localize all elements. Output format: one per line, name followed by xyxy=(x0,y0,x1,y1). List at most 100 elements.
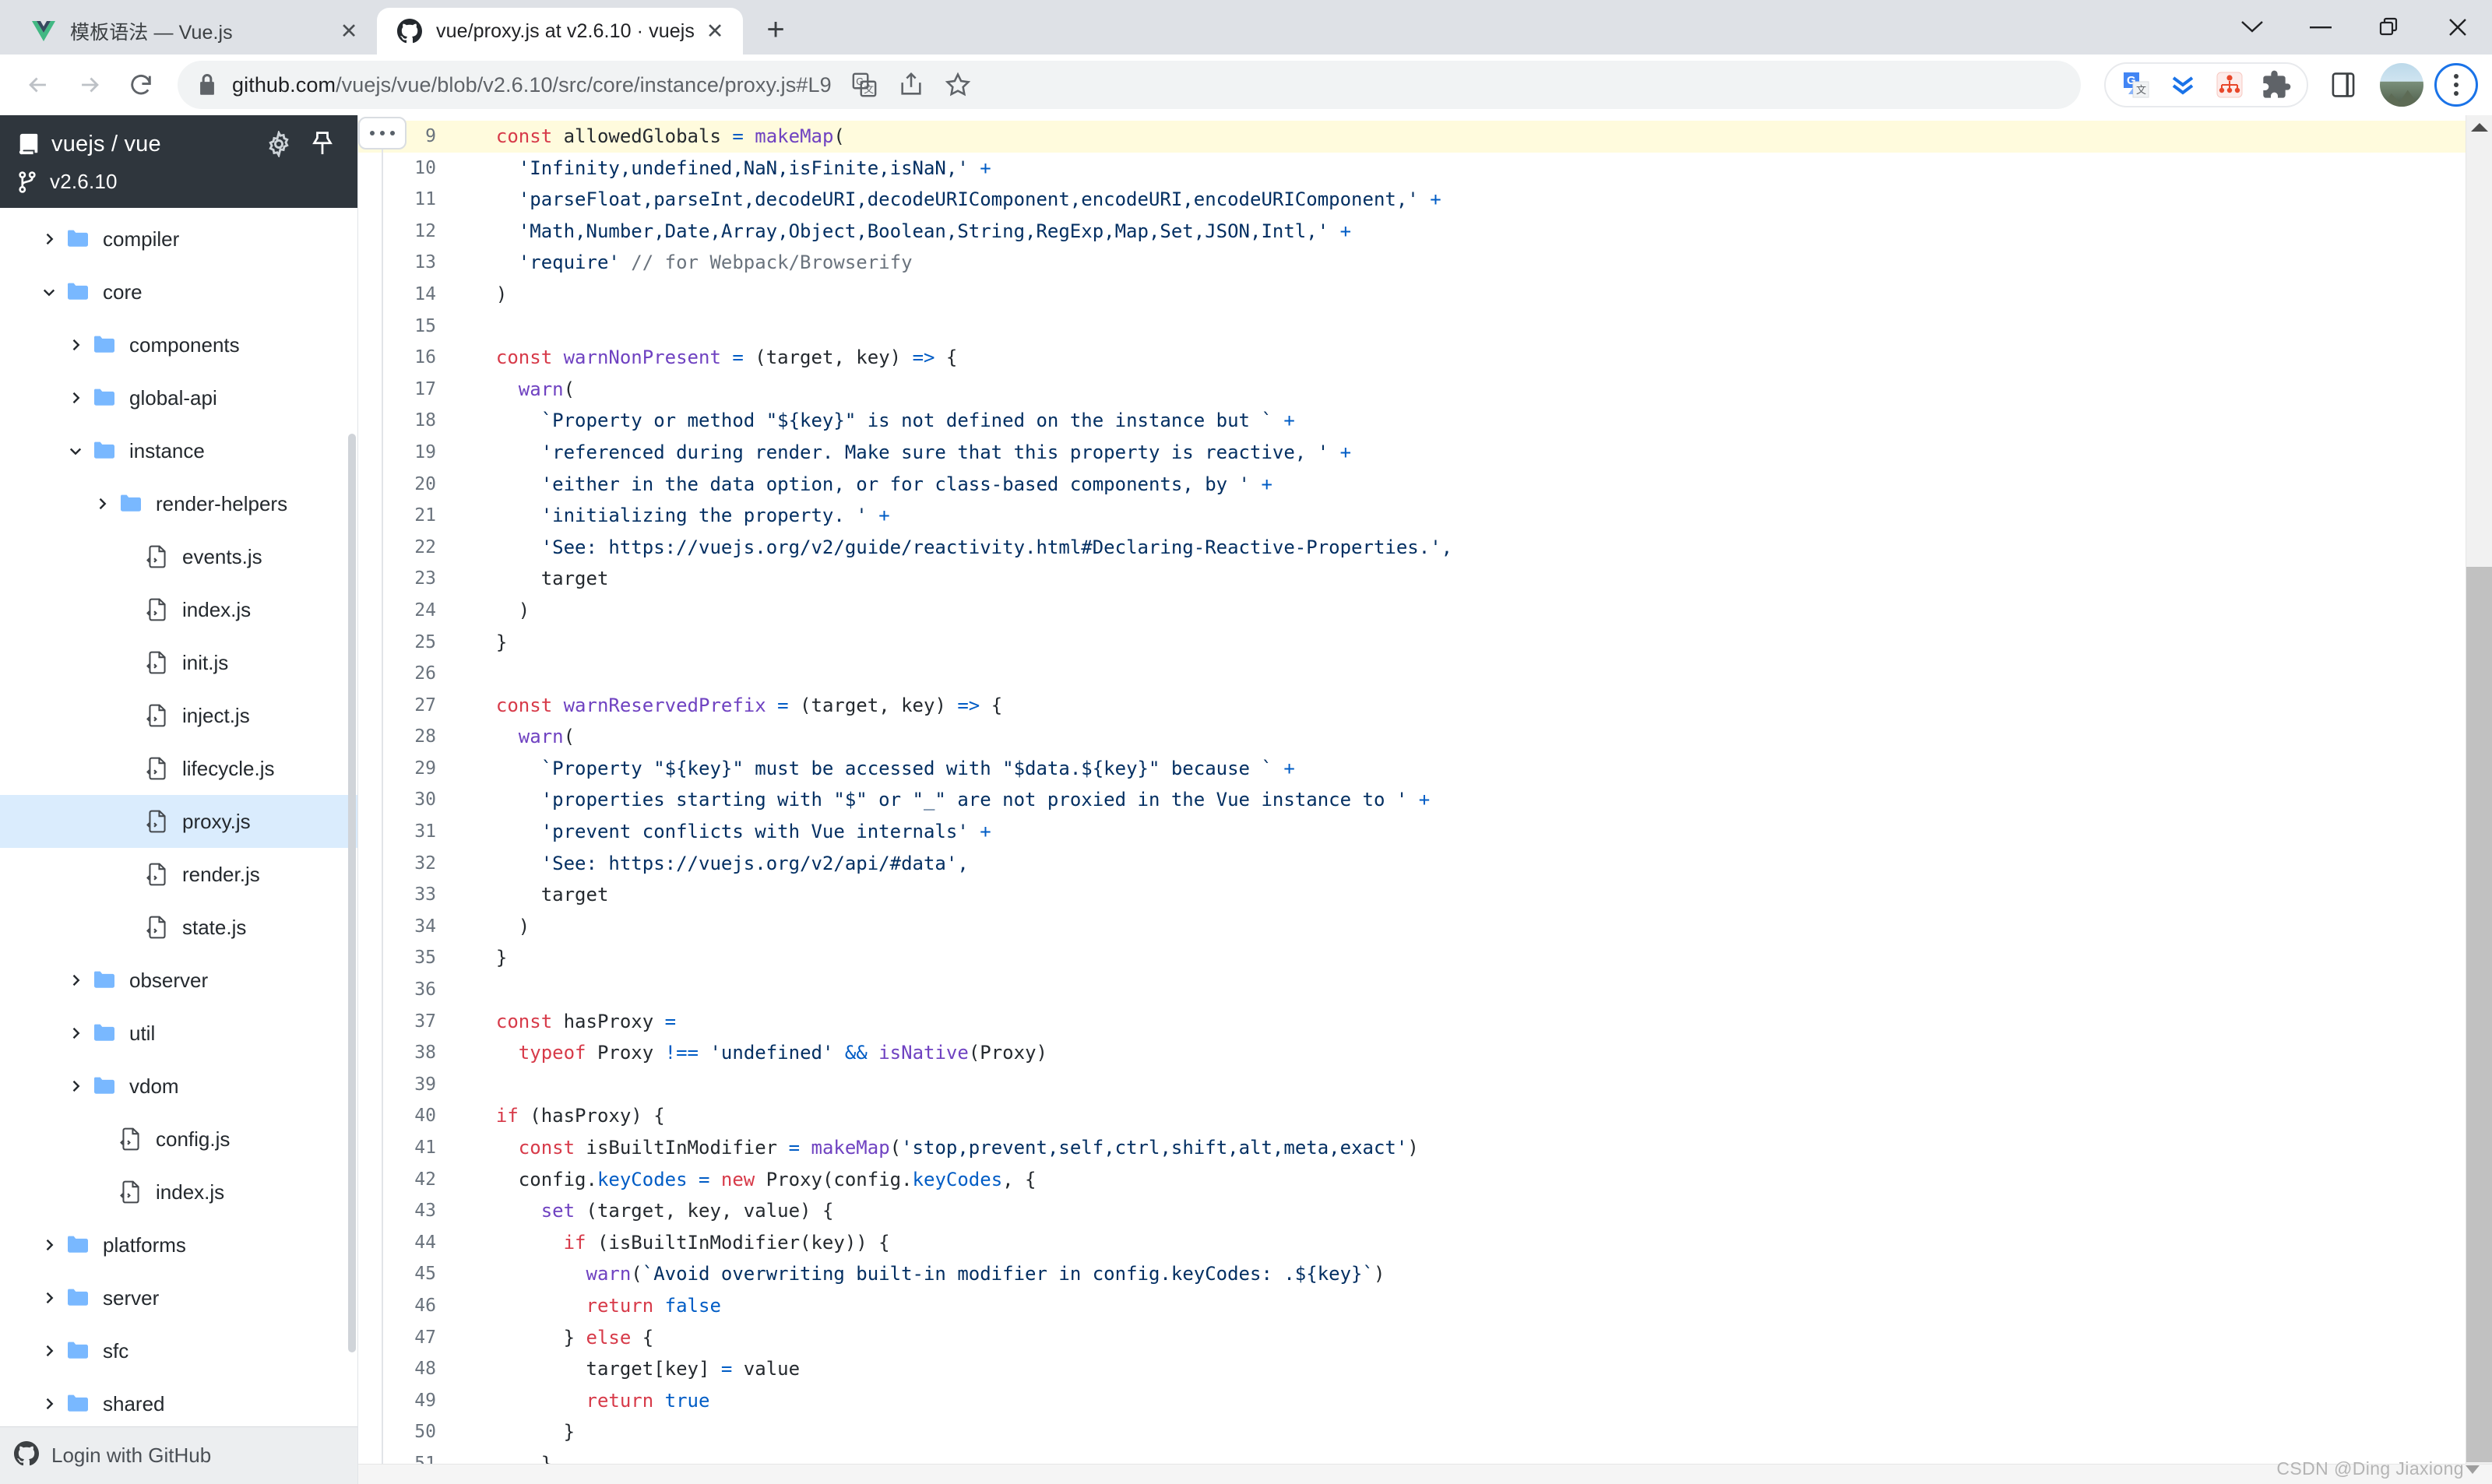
line-number[interactable]: 48 xyxy=(358,1353,452,1385)
code-line[interactable]: 25 } xyxy=(358,627,2492,659)
tree-folder-components[interactable]: components xyxy=(0,318,357,371)
line-number[interactable]: 34 xyxy=(358,911,452,943)
code-line[interactable]: 31 'prevent conflicts with Vue internals… xyxy=(358,816,2492,848)
tree-file-proxy-js[interactable]: proxy.js xyxy=(0,795,357,848)
code-line[interactable]: 20 'either in the data option, or for cl… xyxy=(358,469,2492,501)
code-line[interactable]: 10 'Infinity,undefined,NaN,isFinite,isNa… xyxy=(358,153,2492,185)
code-line[interactable]: 43 set (target, key, value) { xyxy=(358,1195,2492,1227)
side-panel-icon[interactable] xyxy=(2319,61,2367,109)
close-icon[interactable]: ✕ xyxy=(335,17,363,45)
code-line[interactable]: 28 warn( xyxy=(358,721,2492,753)
octotree-extension-icon[interactable] xyxy=(2209,64,2251,106)
line-number[interactable]: 17 xyxy=(358,374,452,406)
code-line[interactable]: 35 } xyxy=(358,942,2492,974)
line-number[interactable]: 39 xyxy=(358,1069,452,1101)
code-line[interactable]: 18 `Property or method "${key}" is not d… xyxy=(358,405,2492,437)
chevron-right-icon[interactable] xyxy=(37,1396,61,1412)
download-chevrons-extension-icon[interactable] xyxy=(2162,64,2204,106)
tree-file-events-js[interactable]: events.js xyxy=(0,530,357,583)
tree-file-config-js[interactable]: config.js xyxy=(0,1113,357,1166)
code-line[interactable]: 33 target xyxy=(358,879,2492,911)
line-number[interactable]: 13 xyxy=(358,247,452,279)
code-vertical-scrollbar[interactable] xyxy=(2466,115,2492,1464)
code-line[interactable]: 32 'See: https://vuejs.org/v2/api/#data'… xyxy=(358,848,2492,880)
line-number[interactable]: 19 xyxy=(358,437,452,469)
line-number[interactable]: 20 xyxy=(358,469,452,501)
line-number[interactable]: 38 xyxy=(358,1037,452,1069)
code-line[interactable]: 17 warn( xyxy=(358,374,2492,406)
code-line[interactable]: 21 'initializing the property. ' + xyxy=(358,500,2492,532)
chevron-right-icon[interactable] xyxy=(37,231,61,247)
line-number[interactable]: 15 xyxy=(358,311,452,343)
code-line[interactable]: 23 target xyxy=(358,563,2492,595)
code-line[interactable]: 14 ) xyxy=(358,279,2492,311)
new-tab-button[interactable]: + xyxy=(754,8,797,51)
line-number[interactable]: 33 xyxy=(358,879,452,911)
line-number[interactable]: 44 xyxy=(358,1227,452,1259)
tree-folder-instance[interactable]: instance xyxy=(0,424,357,477)
settings-gear-icon[interactable] xyxy=(261,126,297,162)
line-number[interactable]: 35 xyxy=(358,942,452,974)
chevron-right-icon[interactable] xyxy=(64,1078,87,1094)
tree-folder-compiler[interactable]: compiler xyxy=(0,213,357,266)
line-number[interactable]: 23 xyxy=(358,563,452,595)
file-tree[interactable]: compiler core components global-api instance… xyxy=(0,208,357,1426)
chevron-right-icon[interactable] xyxy=(64,972,87,988)
chevron-right-icon[interactable] xyxy=(90,496,114,512)
code-line[interactable]: 41 const isBuiltInModifier = makeMap('st… xyxy=(358,1132,2492,1164)
scroll-up-arrow-icon[interactable] xyxy=(2470,123,2488,132)
code-horizontal-scrollbar[interactable] xyxy=(358,1464,2492,1484)
code-line[interactable]: 48 target[key] = value xyxy=(358,1353,2492,1385)
code-line[interactable]: 49 return true xyxy=(358,1385,2492,1417)
forward-button[interactable] xyxy=(65,61,114,109)
tab-github-proxy-js[interactable]: vue/proxy.js at v2.6.10 · vuejs/v ✕ xyxy=(377,8,743,55)
line-number[interactable]: 29 xyxy=(358,753,452,785)
tree-folder-util[interactable]: util xyxy=(0,1007,357,1060)
line-number[interactable]: 45 xyxy=(358,1258,452,1290)
line-number[interactable]: 36 xyxy=(358,974,452,1006)
code-line[interactable]: 37 const hasProxy = xyxy=(358,1006,2492,1038)
line-number[interactable]: 31 xyxy=(358,816,452,848)
tree-folder-core[interactable]: core xyxy=(0,266,357,318)
code-line[interactable]: 34 ) xyxy=(358,911,2492,943)
chevron-right-icon[interactable] xyxy=(37,1343,61,1359)
tree-folder-shared[interactable]: shared xyxy=(0,1377,357,1426)
line-number[interactable]: 43 xyxy=(358,1195,452,1227)
tree-file-init-js[interactable]: init.js xyxy=(0,636,357,689)
line-number[interactable]: 32 xyxy=(358,848,452,880)
close-icon[interactable]: ✕ xyxy=(701,17,729,45)
code-line[interactable]: 9 const allowedGlobals = makeMap( xyxy=(358,121,2492,153)
code-line[interactable]: 26 xyxy=(358,658,2492,690)
code-line[interactable]: 22 'See: https://vuejs.org/v2/guide/reac… xyxy=(358,532,2492,564)
pin-icon[interactable] xyxy=(304,126,340,162)
tree-file-lifecycle-js[interactable]: lifecycle.js xyxy=(0,742,357,795)
line-number[interactable]: 24 xyxy=(358,595,452,627)
tree-file-state-js[interactable]: state.js xyxy=(0,901,357,954)
sidebar-scrollbar-thumb[interactable] xyxy=(348,434,356,1352)
code-line[interactable]: 50 } xyxy=(358,1416,2492,1448)
chevron-down-icon[interactable] xyxy=(64,443,87,459)
tree-folder-server[interactable]: server xyxy=(0,1271,357,1324)
code-line[interactable]: 16 const warnNonPresent = (target, key) … xyxy=(358,342,2492,374)
tree-file-index-js[interactable]: index.js xyxy=(0,1166,357,1218)
tree-folder-platforms[interactable]: platforms xyxy=(0,1218,357,1271)
code-line[interactable]: 40 if (hasProxy) { xyxy=(358,1100,2492,1132)
code-line[interactable]: 47 } else { xyxy=(358,1322,2492,1354)
chevron-right-icon[interactable] xyxy=(37,1237,61,1253)
line-number[interactable]: 12 xyxy=(358,216,452,248)
sidebar-footer[interactable]: Login with GitHub xyxy=(0,1426,357,1484)
code-scroll-area[interactable]: 9 const allowedGlobals = makeMap(10 'Inf… xyxy=(358,115,2492,1464)
line-number[interactable]: 40 xyxy=(358,1100,452,1132)
tree-file-render-js[interactable]: render.js xyxy=(0,848,357,901)
line-number[interactable]: 30 xyxy=(358,784,452,816)
line-number[interactable]: 10 xyxy=(358,153,452,185)
maximize-button[interactable] xyxy=(2355,0,2423,55)
line-number[interactable]: 25 xyxy=(358,627,452,659)
back-button[interactable] xyxy=(14,61,62,109)
line-number[interactable]: 26 xyxy=(358,658,452,690)
minimize-button[interactable] xyxy=(2286,0,2355,55)
code-line[interactable]: 36 xyxy=(358,974,2492,1006)
code-line[interactable]: 27 const warnReservedPrefix = (target, k… xyxy=(358,690,2492,722)
code-line[interactable]: 51 } xyxy=(358,1448,2492,1464)
tree-folder-global-api[interactable]: global-api xyxy=(0,371,357,424)
